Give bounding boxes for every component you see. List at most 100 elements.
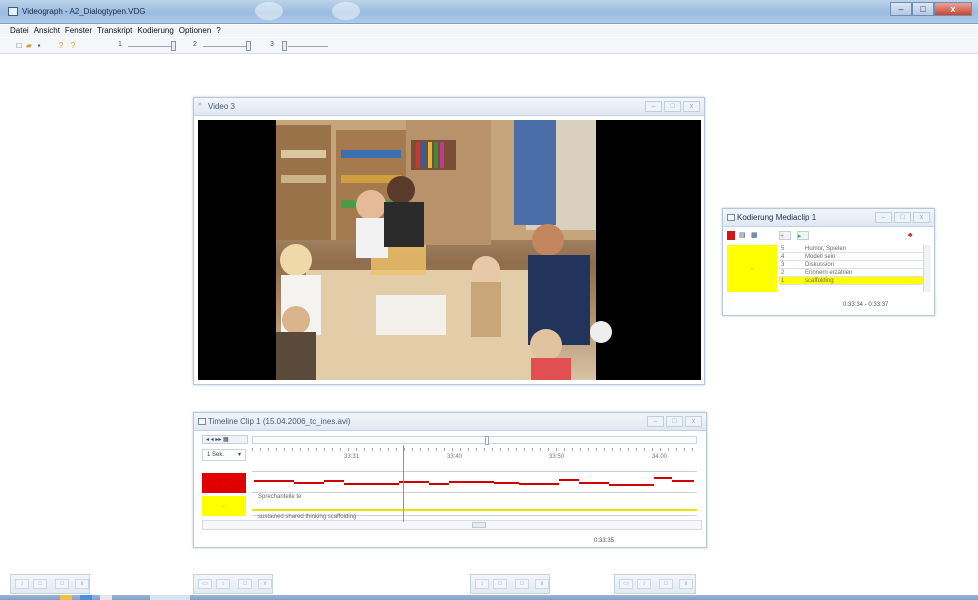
taskbar-item[interactable] <box>100 595 112 600</box>
maximize-button[interactable]: □ <box>912 2 934 16</box>
maximize-button[interactable]: □ <box>493 579 507 589</box>
chart-icon[interactable]: ▦ <box>751 231 761 240</box>
maximize-button[interactable]: □ <box>659 579 673 589</box>
playback-buttons[interactable]: ◂ ◂ ▸▸ ▦ <box>202 435 248 444</box>
restore-button[interactable]: ↕ <box>216 579 230 589</box>
maximize-button[interactable]: □ <box>515 579 529 589</box>
menu-ansicht[interactable]: Ansicht <box>34 25 60 37</box>
code-label: Humor, Spielen <box>805 246 847 252</box>
restore-button[interactable]: ↕ <box>475 579 489 589</box>
code-list-item-selected[interactable]: 1 scaffolding <box>779 277 923 285</box>
taskbar-item[interactable] <box>80 595 92 600</box>
help-icon[interactable]: ? <box>57 41 65 50</box>
menu-bar: Datei Ansicht Fenster Transkript Kodieru… <box>0 25 978 37</box>
track-lane[interactable] <box>252 496 697 516</box>
menu-transkript[interactable]: Transkript <box>97 25 132 37</box>
taskbar-item[interactable] <box>150 595 190 600</box>
minimize-button[interactable]: – <box>875 212 892 223</box>
record-icon[interactable] <box>727 231 735 240</box>
menu-datei[interactable]: Datei <box>10 25 29 37</box>
track-color-red[interactable]: .. <box>202 473 246 493</box>
new-file-icon[interactable]: □ <box>15 41 23 50</box>
menu-optionen[interactable]: Optionen <box>179 25 211 37</box>
close-button[interactable]: x <box>258 579 272 589</box>
timeline-icon: ▭ <box>198 579 212 589</box>
minimize-button[interactable]: – <box>890 2 912 16</box>
close-button[interactable]: x <box>683 101 700 112</box>
maximize-button[interactable]: □ <box>894 212 911 223</box>
kodierung-icon <box>727 214 735 221</box>
close-button[interactable]: x <box>75 579 89 589</box>
time-ruler[interactable]: 33:31 33:40 33:50 34:00 <box>252 448 697 472</box>
code-list-scrollbar[interactable] <box>923 245 931 292</box>
code-number: 4 <box>781 254 785 260</box>
maximize-button[interactable]: □ <box>666 416 683 427</box>
close-button[interactable]: x <box>679 579 693 589</box>
timeline-window: Timeline Clip 1 (15.04.2006_tc_ines.avi)… <box>193 412 707 548</box>
open-folder-icon[interactable]: ▰ <box>25 41 33 50</box>
video-player[interactable] <box>198 120 701 380</box>
menu-kodierung[interactable]: Kodierung <box>137 25 173 37</box>
time-tick: 33:31 <box>344 454 360 460</box>
menu-help[interactable]: ? <box>216 25 220 37</box>
code-label: scaffolding <box>805 278 834 284</box>
minimized-window[interactable]: ▭ ↕ □ x <box>193 574 273 594</box>
minimized-window[interactable]: ↕ □ □ x <box>10 574 90 594</box>
decorative-glass <box>255 2 283 20</box>
code-label: Diskussion <box>805 262 835 268</box>
settings-icon[interactable]: ♣ <box>908 231 920 240</box>
taskbar-item[interactable] <box>60 595 72 600</box>
slider-track <box>128 46 176 47</box>
time-unit-select[interactable]: 1 Sek. ▾ <box>202 449 246 461</box>
code-list: 5 Humor, Spielen 4 Modell sein 3 Diskuss… <box>779 245 923 292</box>
restore-button[interactable]: ↕ <box>637 579 651 589</box>
add-code-button[interactable]: + <box>779 231 791 240</box>
video-window-header[interactable]: » Video 3 – □ x <box>194 98 704 116</box>
slider-knob[interactable] <box>171 41 176 51</box>
timeline-scrollbar[interactable] <box>202 520 702 530</box>
slider-1[interactable]: 1 <box>118 41 178 51</box>
maximize-button[interactable]: □ <box>55 579 69 589</box>
maximize-button[interactable]: □ <box>664 101 681 112</box>
list-icon[interactable]: ▤ <box>739 231 749 240</box>
code-list-item[interactable]: 3 Diskussion <box>779 261 923 269</box>
minimize-button[interactable]: – <box>645 101 662 112</box>
slider-3[interactable]: 3 <box>270 41 330 51</box>
close-button[interactable]: x <box>685 416 702 427</box>
timeline-scroll-thumb[interactable] <box>472 522 486 528</box>
apply-code-button[interactable]: ▸ <box>797 231 809 240</box>
timeline-scale: 1 Sek. ▾ 33:31 33:40 33:50 34:00 <box>202 448 702 472</box>
zoom-range-bar[interactable] <box>252 436 697 445</box>
slider-label: 3 <box>270 41 274 48</box>
code-list-item[interactable]: 2 Erinnern erzählen <box>779 269 923 277</box>
playhead-cursor[interactable] <box>403 445 404 522</box>
code-number: 5 <box>781 246 785 252</box>
kodierung-toolbar: ▤ ▦ + ▸ ♣ <box>727 231 931 241</box>
close-button[interactable]: x <box>934 2 972 16</box>
decorative-glass <box>332 2 360 20</box>
maximize-button[interactable]: □ <box>238 579 252 589</box>
timeline-controls: ◂ ◂ ▸▸ ▦ <box>202 435 702 445</box>
minimized-window[interactable]: ↕ □ □ x <box>470 574 550 594</box>
slider-knob[interactable] <box>246 41 251 51</box>
code-list-item[interactable]: 4 Modell sein <box>779 253 923 261</box>
minimize-button[interactable]: – <box>647 416 664 427</box>
slider-2[interactable]: 2 <box>193 41 253 51</box>
close-button[interactable]: x <box>535 579 549 589</box>
timeline-window-header[interactable]: Timeline Clip 1 (15.04.2006_tc_ines.avi)… <box>194 413 706 431</box>
save-icon[interactable]: ▪ <box>35 41 43 50</box>
kodierung-window-header[interactable]: Kodierung Mediaclip 1 – □ x <box>723 209 934 227</box>
track-lane[interactable] <box>252 473 697 493</box>
restore-button[interactable]: ↕ <box>15 579 29 589</box>
slider-knob[interactable] <box>282 41 287 51</box>
menu-fenster[interactable]: Fenster <box>65 25 92 37</box>
code-color-swatch[interactable]: .. <box>727 245 777 292</box>
code-list-item[interactable]: 5 Humor, Spielen <box>779 245 923 253</box>
minimized-window[interactable]: ▭ ↕ □ x <box>614 574 696 594</box>
close-button[interactable]: x <box>913 212 930 223</box>
context-help-icon[interactable]: ? <box>69 41 77 50</box>
code-time-range: 0:33:34 - 0:33:37 <box>843 302 889 308</box>
track-color-yellow[interactable]: ... <box>202 496 246 516</box>
zoom-range-knob[interactable] <box>485 436 489 445</box>
maximize-button[interactable]: □ <box>33 579 47 589</box>
